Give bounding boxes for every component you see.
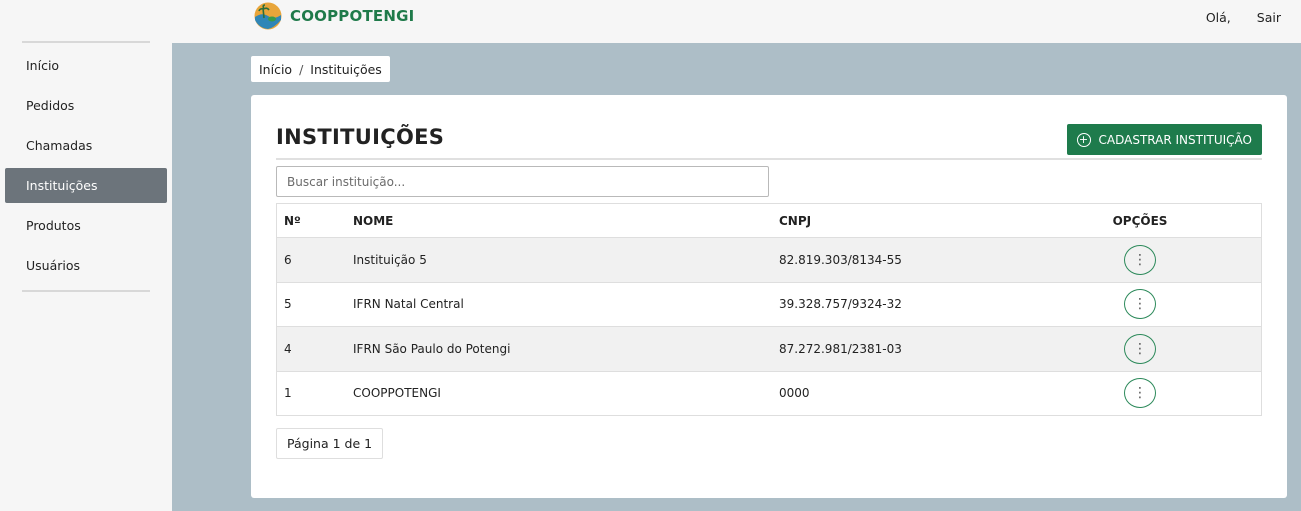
sidebar-item-usuarios[interactable]: Usuários (5, 248, 167, 283)
main-content: Início / Instituições INSTITUIÇÕES + CAD… (172, 43, 1301, 511)
cell-cnpj: 39.328.757/9324-32 (779, 297, 902, 312)
cell-options: ⋮ (1085, 378, 1195, 409)
institutions-table: Nº NOME CNPJ OPÇÕES 6 Instituição 5 82.8… (276, 203, 1262, 416)
sidebar-item-label: Pedidos (26, 98, 75, 113)
cell-name: IFRN São Paulo do Potengi (353, 341, 511, 356)
brand-logo[interactable]: COOPPOTENGI (254, 2, 414, 30)
cell-options: ⋮ (1085, 333, 1195, 364)
table-row: 4 IFRN São Paulo do Potengi 87.272.981/2… (277, 326, 1261, 371)
cell-name: COOPPOTENGI (353, 386, 441, 401)
cell-options: ⋮ (1085, 289, 1195, 320)
header-name: NOME (353, 213, 394, 228)
sidebar-item-label: Início (26, 58, 60, 73)
sidebar-item-label: Usuários (26, 258, 81, 273)
add-institution-button[interactable]: + CADASTRAR INSTITUIÇÃO (1066, 124, 1262, 155)
brand-name: COOPPOTENGI (290, 7, 415, 25)
header-num: Nº (284, 213, 301, 228)
cell-num: 1 (284, 386, 292, 401)
pagination: Página 1 de 1 (276, 428, 384, 459)
table-row: 5 IFRN Natal Central 39.328.757/9324-32 … (277, 281, 1261, 326)
user-menu: Olá, Sair (1206, 10, 1281, 25)
header-options: OPÇÕES (1112, 213, 1168, 228)
cell-options: ⋮ (1085, 244, 1195, 275)
table-row: 1 COOPPOTENGI 0000 ⋮ (277, 370, 1261, 415)
search-input[interactable] (276, 166, 769, 197)
page-title: INSTITUIÇÕES (276, 125, 445, 149)
title-divider (276, 158, 1262, 160)
user-greeting[interactable]: Olá, (1206, 10, 1231, 25)
sidebar-divider-bottom (22, 290, 150, 292)
cell-name: IFRN Natal Central (353, 297, 464, 312)
cell-cnpj: 0000 (779, 386, 810, 401)
breadcrumb-current: Instituições (310, 61, 382, 77)
add-institution-label: CADASTRAR INSTITUIÇÃO (1098, 132, 1252, 147)
sidebar-divider-top (22, 41, 150, 43)
more-vertical-icon[interactable]: ⋮ (1124, 333, 1156, 364)
cooppotengi-logo-icon (254, 2, 282, 30)
breadcrumb-home[interactable]: Início (259, 62, 292, 77)
top-bar: COOPPOTENGI Olá, Sair (0, 0, 1301, 36)
sidebar-item-label: Instituições (26, 178, 98, 193)
header-cnpj: CNPJ (779, 213, 812, 228)
sidebar-item-chamadas[interactable]: Chamadas (5, 128, 167, 163)
cell-num: 4 (284, 341, 292, 356)
breadcrumb: Início / Instituições (251, 56, 390, 82)
sidebar-item-label: Chamadas (26, 138, 93, 153)
breadcrumb-separator: / (299, 61, 304, 77)
cell-name: Instituição 5 (353, 252, 427, 267)
more-vertical-icon[interactable]: ⋮ (1124, 244, 1156, 275)
logout-link[interactable]: Sair (1257, 10, 1281, 25)
sidebar-item-inicio[interactable]: Início (5, 48, 167, 83)
cell-cnpj: 87.272.981/2381-03 (779, 341, 902, 356)
table-header-row: Nº NOME CNPJ OPÇÕES (277, 204, 1261, 237)
sidebar-item-instituicoes[interactable]: Instituições (5, 168, 167, 203)
more-vertical-icon[interactable]: ⋮ (1124, 289, 1156, 320)
sidebar-item-label: Produtos (26, 218, 81, 233)
plus-circle-icon: + (1076, 132, 1091, 147)
more-vertical-icon[interactable]: ⋮ (1124, 378, 1156, 409)
institutions-card: INSTITUIÇÕES + CADASTRAR INSTITUIÇÃO Nº … (251, 95, 1287, 498)
sidebar-item-produtos[interactable]: Produtos (5, 208, 167, 243)
cell-num: 6 (284, 252, 292, 267)
sidebar: Início Pedidos Chamadas Instituições Pro… (0, 36, 172, 511)
sidebar-menu: Início Pedidos Chamadas Instituições Pro… (5, 48, 167, 288)
sidebar-item-pedidos[interactable]: Pedidos (5, 88, 167, 123)
table-row: 6 Instituição 5 82.819.303/8134-55 ⋮ (277, 237, 1261, 282)
cell-num: 5 (284, 297, 292, 312)
cell-cnpj: 82.819.303/8134-55 (779, 252, 902, 267)
